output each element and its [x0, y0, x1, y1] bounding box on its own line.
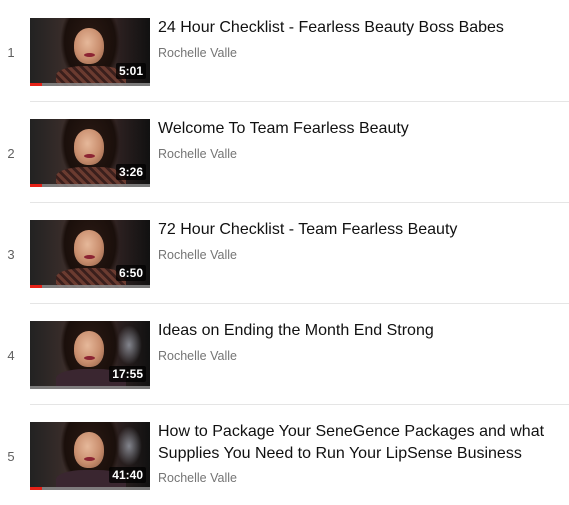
- duration-badge: 41:40: [109, 467, 146, 483]
- watch-progress-track: [30, 386, 150, 389]
- duration-badge: 6:50: [115, 265, 146, 281]
- playlist-item[interactable]: 1 5:01 24 Hour Checklist - Fearless Beau…: [0, 0, 569, 101]
- playlist-item[interactable]: 3 6:50 72 Hour Checklist - Team Fearless…: [0, 202, 569, 303]
- video-thumbnail[interactable]: 5:01: [30, 18, 150, 86]
- watch-progress-track: [30, 285, 150, 288]
- video-title[interactable]: 24 Hour Checklist - Fearless Beauty Boss…: [158, 17, 558, 39]
- channel-name[interactable]: Rochelle Valle: [158, 147, 237, 161]
- video-title[interactable]: How to Package Your SeneGence Packages a…: [158, 421, 558, 465]
- watch-progress-bar: [30, 184, 42, 187]
- watch-progress-track: [30, 83, 150, 86]
- item-index: 5: [7, 449, 15, 464]
- duration-badge: 17:55: [109, 366, 146, 382]
- watch-progress-bar: [30, 285, 42, 288]
- item-index: 2: [7, 146, 15, 161]
- video-title[interactable]: Ideas on Ending the Month End Strong: [158, 320, 558, 342]
- channel-name[interactable]: Rochelle Valle: [158, 349, 237, 363]
- duration-badge: 5:01: [115, 63, 146, 79]
- playlist: 1 5:01 24 Hour Checklist - Fearless Beau…: [0, 0, 569, 505]
- watch-progress-track: [30, 184, 150, 187]
- video-title[interactable]: Welcome To Team Fearless Beauty: [158, 118, 558, 140]
- item-index: 4: [7, 348, 15, 363]
- channel-name[interactable]: Rochelle Valle: [158, 248, 237, 262]
- playlist-item[interactable]: 4 17:55 Ideas on Ending the Month End St…: [0, 303, 569, 404]
- duration-badge: 3:26: [115, 164, 146, 180]
- watch-progress-track: [30, 487, 150, 490]
- channel-name[interactable]: Rochelle Valle: [158, 46, 237, 60]
- watch-progress-bar: [30, 83, 42, 86]
- playlist-item[interactable]: 2 3:26 Welcome To Team Fearless Beauty R…: [0, 101, 569, 202]
- video-title[interactable]: 72 Hour Checklist - Team Fearless Beauty: [158, 219, 558, 241]
- channel-name[interactable]: Rochelle Valle: [158, 471, 237, 485]
- video-thumbnail[interactable]: 3:26: [30, 119, 150, 187]
- playlist-item[interactable]: 5 41:40 How to Package Your SeneGence Pa…: [0, 404, 569, 505]
- item-index: 3: [7, 247, 15, 262]
- video-thumbnail[interactable]: 6:50: [30, 220, 150, 288]
- watch-progress-bar: [30, 487, 42, 490]
- item-index: 1: [7, 45, 15, 60]
- video-thumbnail[interactable]: 41:40: [30, 422, 150, 490]
- video-thumbnail[interactable]: 17:55: [30, 321, 150, 389]
